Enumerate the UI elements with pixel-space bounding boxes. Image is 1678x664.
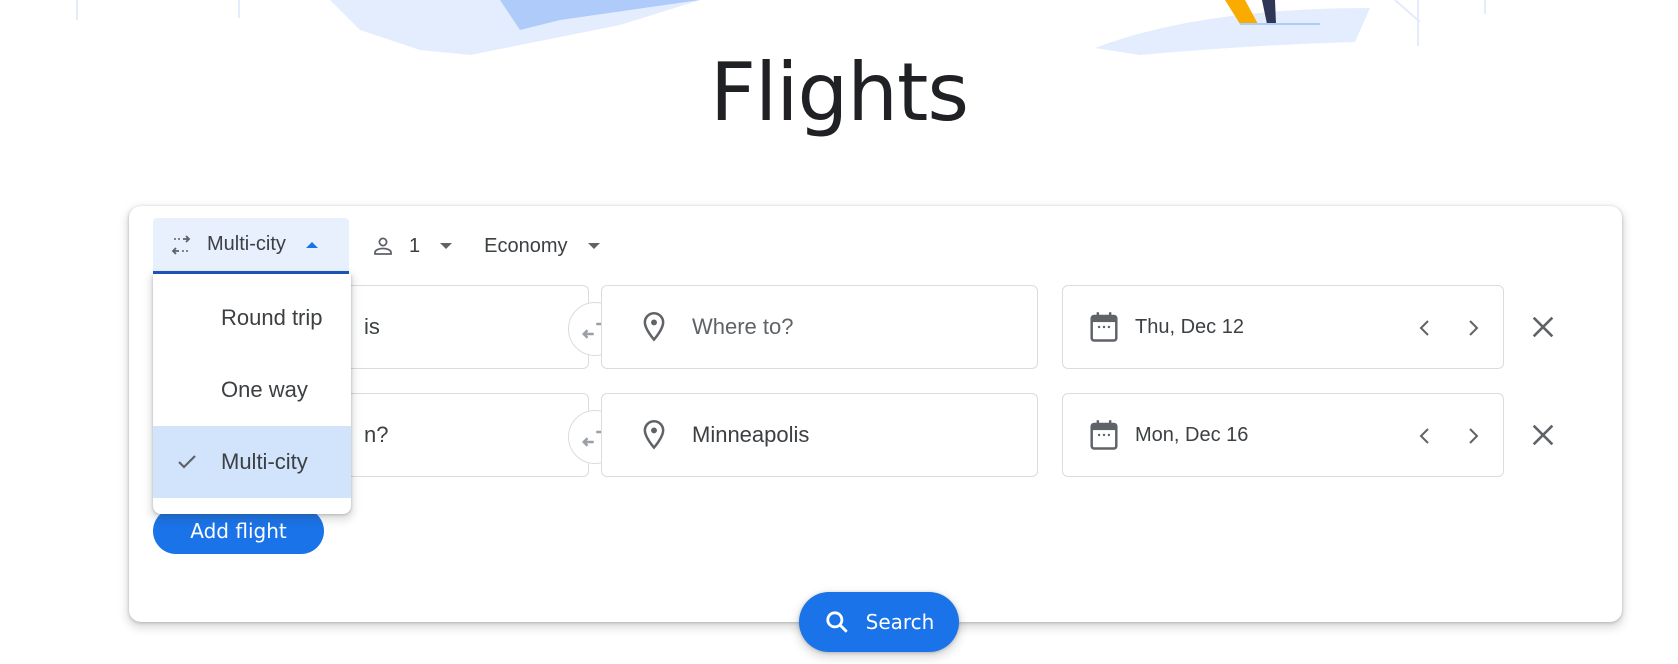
origin-value: n? xyxy=(364,422,389,447)
caret-up-icon xyxy=(305,241,318,248)
menu-item-one-way[interactable]: One way xyxy=(153,354,351,426)
search-label: Search xyxy=(865,610,935,634)
remove-leg-button[interactable] xyxy=(1527,311,1559,343)
search-options-toolbar: Multi-city 1 Economy xyxy=(153,218,614,274)
calendar-icon xyxy=(1089,311,1119,343)
chevron-left-icon xyxy=(1419,428,1429,444)
trip-type-menu: Round trip One way Multi-city xyxy=(153,274,351,514)
flight-search-card: Multi-city 1 Economy is Where to? Thu, D… xyxy=(129,206,1622,622)
checkmark-icon xyxy=(173,450,201,474)
location-pin-icon xyxy=(640,419,668,451)
passenger-count: 1 xyxy=(409,234,421,257)
person-icon xyxy=(371,234,395,258)
date-value: Mon, Dec 16 xyxy=(1135,423,1249,446)
chevron-right-icon xyxy=(1469,428,1479,444)
menu-item-label: Round trip xyxy=(221,305,323,330)
close-icon xyxy=(1532,316,1554,338)
trip-type-label: Multi-city xyxy=(207,233,286,255)
add-flight-button[interactable]: Add flight xyxy=(153,508,324,554)
multi-city-arrows-icon xyxy=(169,233,193,257)
location-pin-icon xyxy=(640,311,668,343)
search-button[interactable]: Search xyxy=(799,592,959,652)
flight-leg-2: n? Minneapolis Mon, Dec 16 xyxy=(153,393,1593,477)
caret-down-icon xyxy=(587,243,600,249)
caret-down-icon xyxy=(440,243,453,249)
passengers-select[interactable]: 1 xyxy=(357,218,466,274)
destination-input[interactable]: Minneapolis xyxy=(601,393,1038,477)
menu-item-label: Multi-city xyxy=(221,449,308,474)
calendar-icon xyxy=(1089,419,1119,451)
close-icon xyxy=(1532,424,1554,446)
departure-date-input[interactable]: Thu, Dec 12 xyxy=(1062,285,1504,369)
previous-date-button[interactable] xyxy=(1409,312,1441,344)
destination-placeholder: Where to? xyxy=(692,314,794,339)
page-title: Flights xyxy=(710,46,969,139)
flight-leg-1: is Where to? Thu, Dec 12 xyxy=(153,285,1593,369)
destination-value: Minneapolis xyxy=(692,422,810,447)
chevron-left-icon xyxy=(1419,320,1429,336)
next-date-button[interactable] xyxy=(1457,312,1489,344)
previous-date-button[interactable] xyxy=(1409,420,1441,452)
origin-value: is xyxy=(364,314,380,339)
menu-item-label: One way xyxy=(221,377,308,402)
remove-leg-button[interactable] xyxy=(1527,419,1559,451)
cabin-class-select[interactable]: Economy xyxy=(470,218,613,274)
menu-item-multi-city[interactable]: Multi-city xyxy=(153,426,351,498)
cabin-class-label: Economy xyxy=(484,234,568,257)
search-icon xyxy=(824,609,850,635)
chevron-right-icon xyxy=(1469,320,1479,336)
next-date-button[interactable] xyxy=(1457,420,1489,452)
menu-item-round-trip[interactable]: Round trip xyxy=(153,282,351,354)
trip-type-select[interactable]: Multi-city xyxy=(153,218,349,274)
destination-input[interactable]: Where to? xyxy=(601,285,1038,369)
departure-date-input[interactable]: Mon, Dec 16 xyxy=(1062,393,1504,477)
date-value: Thu, Dec 12 xyxy=(1135,315,1244,338)
